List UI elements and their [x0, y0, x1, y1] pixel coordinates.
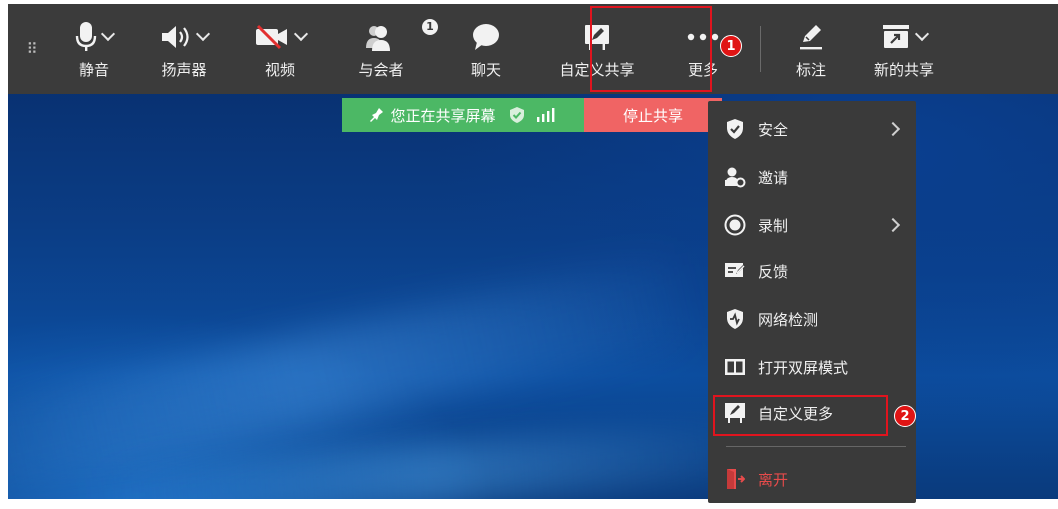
menu-item-label: 反馈 [758, 262, 789, 281]
participants-button[interactable]: 1 与会者 [326, 4, 438, 94]
menu-item-network-test[interactable]: 网络检测 [708, 299, 916, 339]
step1-highlight-box [590, 6, 712, 92]
network-shield-icon [724, 308, 746, 330]
sharing-status-text: 您正在共享屏幕 [390, 106, 496, 125]
chat-button[interactable]: 聊天 [436, 4, 536, 94]
feedback-icon [724, 260, 746, 282]
step1-badge: 1 [720, 35, 742, 57]
video-button[interactable]: 视频 [234, 4, 326, 94]
menu-item-label: 安全 [758, 120, 789, 139]
menu-item-label: 邀请 [758, 168, 789, 187]
chat-icon [473, 23, 499, 50]
speaker-label: 扬声器 [161, 60, 207, 79]
menu-item-leave[interactable]: 离开 [708, 459, 916, 499]
signal-strength-icon [536, 108, 554, 122]
annotate-pen-icon [800, 24, 822, 49]
chevron-down-icon[interactable] [914, 26, 930, 41]
invite-person-icon [724, 166, 746, 188]
participants-label: 与会者 [358, 60, 404, 79]
annotate-button[interactable]: 标注 [773, 4, 849, 94]
mute-button[interactable]: 静音 [54, 4, 134, 94]
video-off-icon [256, 24, 287, 49]
exit-door-icon [724, 468, 746, 490]
speaker-icon [162, 25, 189, 48]
menu-item-invite[interactable]: 邀请 [708, 157, 916, 197]
chevron-down-icon[interactable] [293, 26, 309, 41]
shield-check-icon [724, 118, 746, 140]
microphone-icon [75, 21, 97, 51]
new-share-label: 新的共享 [873, 60, 934, 79]
leave-label: 离开 [758, 470, 789, 489]
stop-sharing-button[interactable]: 停止共享 [584, 98, 722, 132]
participants-icon [366, 25, 390, 51]
stop-sharing-label: 停止共享 [622, 106, 683, 125]
menu-item-feedback[interactable]: 反馈 [708, 251, 916, 291]
chat-label: 聊天 [470, 60, 501, 79]
menu-item-security[interactable]: 安全 [708, 109, 916, 149]
menu-divider [726, 446, 906, 447]
pin-icon [370, 108, 384, 122]
annotate-label: 标注 [795, 60, 826, 79]
chevron-right-icon [885, 217, 901, 233]
new-share-icon [883, 24, 909, 48]
chevron-right-icon [885, 121, 901, 137]
menu-item-dual-screen[interactable]: 打开双屏模式 [708, 347, 916, 387]
menu-item-label: 录制 [758, 216, 789, 235]
shield-icon [509, 107, 524, 123]
more-menu: 安全 邀请 录制 反馈 网络检测 打开双屏模式 自定义更多 离开 [708, 101, 916, 503]
sharing-status: 您正在共享屏幕 [342, 98, 584, 132]
menu-item-record[interactable]: 录制 [708, 205, 916, 245]
grip-icon: ⠿ [26, 40, 38, 58]
sharing-banner: 您正在共享屏幕 停止共享 [342, 98, 722, 132]
toolbar-divider [760, 26, 761, 72]
step2-badge: 2 [894, 405, 916, 427]
dual-screen-icon [724, 356, 746, 378]
drag-handle[interactable]: ⠿ [8, 4, 54, 94]
chevron-down-icon[interactable] [195, 26, 211, 41]
menu-item-label: 网络检测 [758, 310, 819, 329]
new-share-button[interactable]: 新的共享 [849, 4, 959, 94]
speaker-button[interactable]: 扬声器 [134, 4, 234, 94]
record-icon [724, 214, 746, 236]
step2-highlight-box [713, 395, 888, 436]
mute-label: 静音 [78, 60, 109, 79]
menu-item-label: 打开双屏模式 [758, 358, 849, 377]
meeting-toolbar: ⠿ 静音 扬声器 视频 1 与会者 聊天 自定义共享 更多 标注 新的共享 [8, 4, 1058, 94]
chevron-down-icon[interactable] [100, 26, 116, 41]
video-label: 视频 [264, 60, 295, 79]
